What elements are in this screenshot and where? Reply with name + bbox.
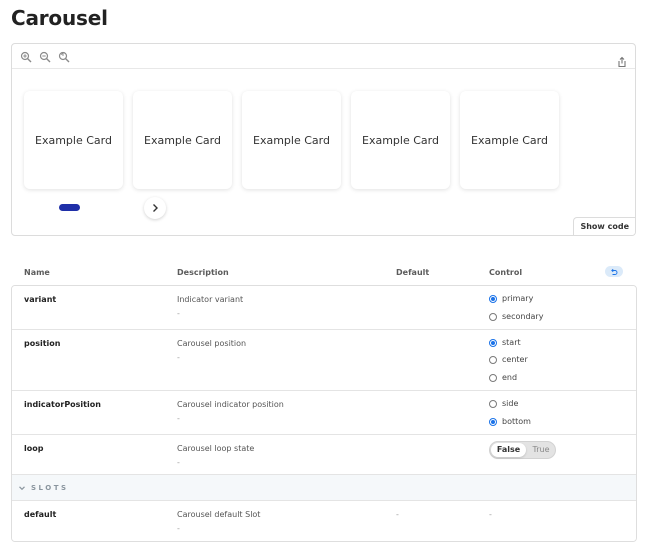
arg-name: loop	[24, 444, 44, 453]
arg-type-dash: -	[177, 414, 180, 423]
radio-primary[interactable]: primary	[489, 294, 533, 303]
args-table: variant Indicator variant - primary seco…	[11, 285, 637, 542]
radio-label: bottom	[502, 417, 531, 426]
arg-type-dash: -	[177, 353, 180, 362]
carousel-card: Example Card	[24, 91, 123, 189]
slots-section-toggle[interactable]: SLOTS	[12, 475, 636, 501]
preview-toolbar	[12, 44, 635, 69]
carousel-indicator[interactable]	[59, 204, 80, 211]
arg-type-dash: -	[177, 309, 180, 318]
radio-center[interactable]: center	[489, 355, 528, 364]
undo-icon	[611, 268, 618, 275]
arg-name: position	[24, 339, 61, 348]
arg-description: Indicator variant	[177, 295, 244, 304]
arg-name: default	[24, 510, 57, 519]
chevron-right-icon	[153, 204, 158, 212]
radio-dot-checked	[489, 417, 497, 426]
radio-dot-checked	[489, 338, 497, 347]
reset-controls-button[interactable]	[605, 266, 623, 277]
arg-type-dash: -	[177, 524, 180, 533]
radio-label: primary	[502, 294, 534, 303]
table-row: variant Indicator variant - primary seco…	[12, 286, 636, 330]
zoom-out-icon[interactable]	[39, 51, 51, 63]
arg-name: indicatorPosition	[24, 400, 101, 409]
radio-end[interactable]: end	[489, 373, 517, 382]
zoom-in-icon[interactable]	[20, 51, 32, 63]
arg-default-value: -	[396, 510, 399, 519]
header-name: Name	[24, 268, 50, 277]
arg-control-value: -	[489, 510, 492, 519]
table-row: indicatorPosition Carousel indicator pos…	[12, 391, 636, 435]
carousel-card: Example Card	[460, 91, 559, 189]
carousel-next-button[interactable]	[144, 197, 166, 219]
toggle-option-true[interactable]: True	[528, 443, 554, 457]
radio-dot	[489, 399, 497, 408]
carousel-card: Example Card	[242, 91, 341, 189]
table-row: default Carousel default Slot - - -	[12, 501, 636, 541]
radio-label: start	[502, 338, 521, 347]
show-code-button[interactable]: Show code	[573, 217, 635, 235]
page-title: Carousel	[11, 6, 108, 30]
radio-label: center	[502, 355, 528, 364]
table-row: loop Carousel loop state - False True	[12, 435, 636, 475]
radio-dot-checked	[489, 294, 497, 303]
zoom-reset-icon[interactable]	[58, 51, 70, 63]
header-default: Default	[396, 268, 430, 277]
share-icon[interactable]	[616, 56, 628, 68]
radio-label: end	[502, 373, 518, 382]
preview-canvas: Example Card Example Card Example Card E…	[11, 43, 636, 236]
radio-bottom[interactable]: bottom	[489, 417, 531, 426]
radio-dot	[489, 373, 497, 382]
radio-secondary[interactable]: secondary	[489, 312, 543, 321]
radio-start[interactable]: start	[489, 338, 521, 347]
radio-label: side	[502, 399, 519, 408]
args-table-header: Name Description Default Control	[11, 262, 636, 284]
arg-description: Carousel indicator position	[177, 400, 284, 409]
carousel-card: Example Card	[133, 91, 232, 189]
toggle-option-false[interactable]: False	[491, 443, 526, 457]
radio-side[interactable]: side	[489, 399, 518, 408]
carousel-track: Example Card Example Card Example Card E…	[24, 91, 584, 189]
table-row: position Carousel position - start cente…	[12, 330, 636, 391]
arg-name: variant	[24, 295, 57, 304]
arg-description: Carousel loop state	[177, 444, 255, 453]
radio-dot	[489, 355, 497, 364]
arg-description: Carousel position	[177, 339, 247, 348]
carousel-card: Example Card	[351, 91, 450, 189]
arg-description: Carousel default Slot	[177, 510, 261, 519]
radio-label: secondary	[502, 312, 544, 321]
header-description: Description	[177, 268, 229, 277]
chevron-down-icon	[19, 486, 25, 491]
loop-toggle[interactable]: False True	[489, 441, 556, 459]
radio-dot	[489, 312, 497, 321]
section-label: SLOTS	[31, 484, 69, 492]
header-control: Control	[489, 268, 523, 277]
arg-type-dash: -	[177, 458, 180, 467]
